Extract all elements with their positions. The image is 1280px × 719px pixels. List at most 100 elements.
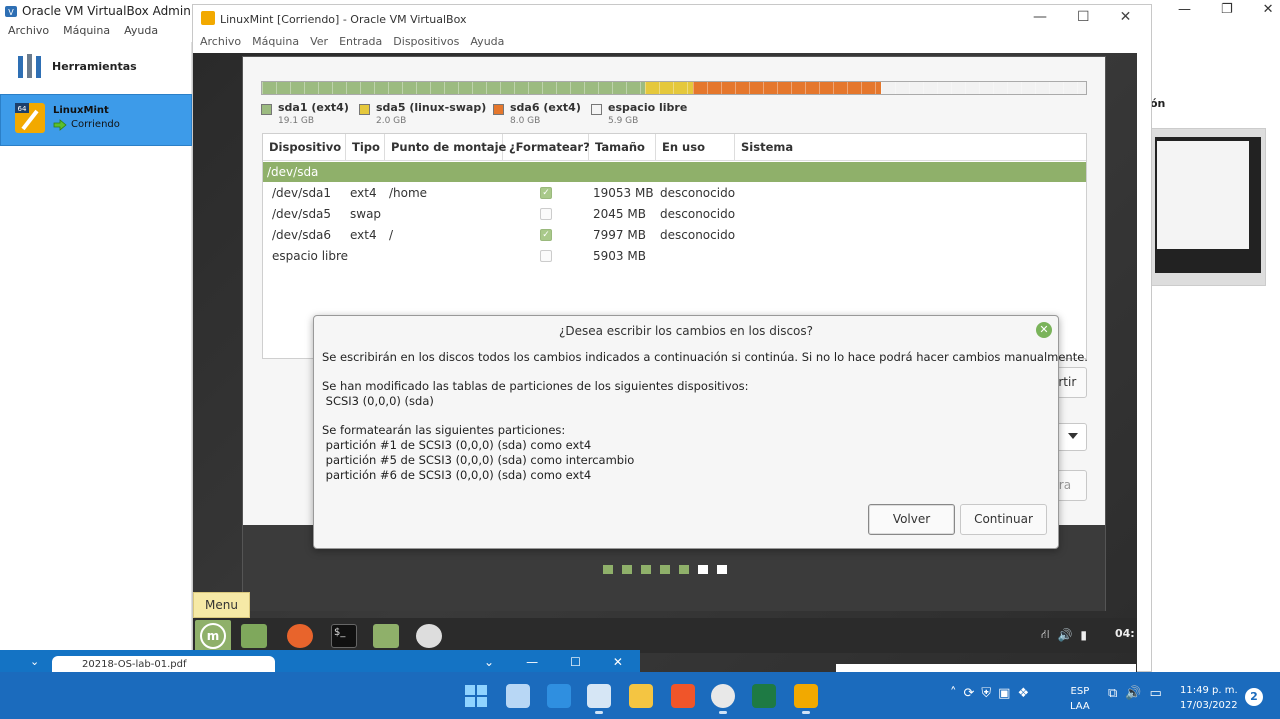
legend-name: sda6 (ext4) [510, 101, 581, 114]
network-icon[interactable]: ⛙ [1041, 627, 1049, 643]
notification-badge[interactable]: 2 [1245, 688, 1263, 706]
virtualbox-logo-icon: V [4, 4, 18, 18]
table-row[interactable]: /dev/sda5 swap 2045 MB desconocido [263, 204, 1086, 225]
menu-dispositivos[interactable]: Dispositivos [393, 35, 459, 53]
guest-clock: 04: [1115, 627, 1135, 640]
minibar-controls: ⌄ — ☐ ✕ [484, 655, 623, 669]
chrome-icon[interactable] [711, 684, 735, 714]
col-formatear[interactable]: ¿Formatear? [503, 134, 590, 161]
chevron-down-icon[interactable]: ⌄ [484, 655, 494, 669]
chevron-down-icon[interactable]: ⌄ [30, 655, 39, 668]
start-icon[interactable] [464, 684, 488, 708]
volume-icon[interactable]: 🔊 [1057, 628, 1072, 642]
table-row[interactable]: /dev/sda1 ext4 /home ✓ 19053 MB desconoc… [263, 183, 1086, 204]
mint-menu-button[interactable]: m [195, 620, 231, 652]
dialog-title: ¿Desea escribir los cambios en los disco… [558, 324, 814, 338]
menu-maquina[interactable]: Máquina [252, 35, 299, 53]
row-used: desconocido [660, 207, 736, 221]
clock[interactable]: 11:49 p. m. 17/03/2022 [1180, 683, 1238, 713]
vscode-icon[interactable] [547, 684, 571, 708]
row-used: desconocido [660, 228, 736, 242]
close-icon[interactable]: ✕ [1263, 2, 1274, 17]
browser-minibar: ⌄ 20218-OS-lab-01.pdf ⌄ — ☐ ✕ [0, 650, 640, 676]
menu-ayuda[interactable]: Ayuda [470, 35, 504, 53]
legend-swatch [493, 104, 504, 115]
guest-screen[interactable]: sda1 (ext4) 19.1 GB sda5 (linux-swap) 2.… [193, 53, 1137, 673]
legend-name: sda1 (ext4) [278, 101, 349, 114]
row-device: /dev/sda5 [272, 207, 332, 221]
close-icon[interactable]: ✕ [1120, 9, 1132, 25]
show-desktop-icon[interactable] [241, 624, 267, 648]
maximize-icon[interactable]: ☐ [570, 655, 581, 669]
chevron-up-icon[interactable]: ˄ [950, 686, 957, 701]
firefox-icon[interactable] [287, 624, 313, 648]
vm-status-strip [836, 664, 1136, 672]
vm-titlebar: LinuxMint [Corriendo] - Oracle VM Virtua… [193, 5, 1151, 35]
volume-icon: 🔊 [1125, 686, 1142, 701]
format-checkbox[interactable]: ✓ [540, 229, 552, 241]
row-size: 5903 MB [593, 249, 646, 263]
menu-archivo[interactable]: Archivo [8, 24, 49, 40]
dropbox-icon[interactable]: ❖ [1017, 686, 1029, 701]
vm-window-title: LinuxMint [Corriendo] - Oracle VM Virtua… [220, 13, 467, 26]
app-cube-icon[interactable] [506, 684, 530, 708]
minimize-icon[interactable]: — [1178, 2, 1191, 17]
virtualbox-taskbar-icon[interactable] [794, 684, 818, 714]
format-checkbox[interactable] [540, 208, 552, 220]
menu-ver[interactable]: Ver [310, 35, 328, 53]
nvidia-icon[interactable]: ▣ [998, 686, 1010, 701]
battery-icon[interactable]: ▮ [1080, 628, 1087, 642]
file-explorer-icon[interactable] [629, 684, 653, 708]
maximize-icon[interactable]: ☐ [1077, 9, 1090, 25]
dialog-text: partición #5 de SCSI3 (0,0,0) (sda) como… [322, 453, 635, 467]
minimize-icon[interactable]: — [526, 655, 538, 669]
files-icon[interactable] [373, 624, 399, 648]
vm-list-item-linuxmint[interactable]: 64 LinuxMint Corriendo [0, 94, 192, 146]
format-checkbox[interactable]: ✓ [540, 187, 552, 199]
disk-row-sda[interactable]: /dev/sda [263, 162, 1086, 182]
excel-icon[interactable] [752, 684, 776, 708]
row-device: /dev/sda6 [272, 228, 332, 242]
progress-dots [603, 565, 727, 574]
col-tamano[interactable]: Tamaño [589, 134, 656, 161]
menu-archivo[interactable]: Archivo [200, 35, 241, 53]
restore-icon[interactable]: ❐ [1221, 2, 1233, 17]
col-punto-montaje[interactable]: Punto de montaje [385, 134, 506, 161]
legend-swatch [359, 104, 370, 115]
row-size: 19053 MB [593, 186, 654, 200]
terminal-icon[interactable]: $_ [331, 624, 357, 648]
col-en-uso[interactable]: En uso [656, 134, 735, 161]
legend-size: 8.0 GB [510, 116, 541, 126]
col-sistema[interactable]: Sistema [735, 134, 1086, 161]
app-box-icon[interactable] [587, 684, 611, 714]
battery-icon: ▭ [1149, 686, 1162, 701]
clock-time: 11:49 p. m. [1180, 685, 1238, 696]
sync-icon[interactable]: ⟳ [964, 686, 975, 701]
continue-button[interactable]: Continuar [960, 504, 1047, 535]
format-checkbox[interactable] [540, 250, 552, 262]
system-tray: ˄ ⟳ ⛨ ▣ ❖ [950, 686, 1029, 701]
progress-dot [717, 565, 727, 574]
table-row[interactable]: /dev/sda6 ext4 / ✓ 7997 MB desconocido [263, 225, 1086, 246]
quick-settings[interactable]: ⧉ 🔊 ▭ [1108, 686, 1162, 701]
windows-taskbar: ˄ ⟳ ⛨ ▣ ❖ ESP LAA ⧉ 🔊 ▭ 11:49 p. m. 17/0… [0, 672, 1280, 719]
linuxmint-vm-icon: 64 [15, 103, 45, 133]
table-row[interactable]: espacio libre 5903 MB [263, 246, 1086, 267]
language-indicator[interactable]: ESP LAA [1070, 684, 1090, 714]
row-mount: /home [389, 186, 428, 200]
dialog-text: SCSI3 (0,0,0) (sda) [322, 394, 434, 408]
close-icon[interactable]: ✕ [613, 655, 623, 669]
menu-ayuda[interactable]: Ayuda [124, 24, 158, 40]
dialog-text: Se han modificado las tablas de particio… [322, 379, 749, 393]
defender-icon[interactable]: ⛨ [981, 686, 991, 701]
disc-icon[interactable] [416, 624, 442, 648]
close-icon[interactable]: ✕ [1036, 322, 1052, 338]
menu-entrada[interactable]: Entrada [339, 35, 382, 53]
menu-maquina[interactable]: Máquina [63, 24, 110, 40]
col-dispositivo[interactable]: Dispositivo [263, 134, 346, 161]
brave-icon[interactable] [671, 684, 695, 708]
minimize-icon[interactable]: — [1033, 9, 1047, 25]
col-tipo[interactable]: Tipo [346, 134, 385, 161]
back-button[interactable]: Volver [868, 504, 955, 535]
tools-item[interactable]: Herramientas [0, 42, 192, 94]
